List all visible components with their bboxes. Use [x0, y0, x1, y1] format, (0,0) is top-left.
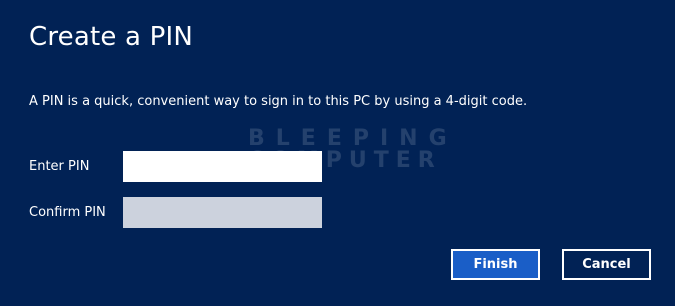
- cancel-button[interactable]: Cancel: [562, 249, 651, 280]
- watermark-line-1: BLEEPING: [248, 126, 458, 151]
- enter-pin-input[interactable]: [123, 151, 322, 182]
- confirm-pin-input[interactable]: [123, 197, 322, 228]
- finish-button[interactable]: Finish: [451, 249, 540, 280]
- enter-pin-label: Enter PIN: [29, 159, 90, 174]
- create-pin-dialog: Create a PIN A PIN is a quick, convenien…: [0, 0, 675, 306]
- dialog-title: Create a PIN: [29, 22, 194, 52]
- confirm-pin-label: Confirm PIN: [29, 205, 106, 220]
- dialog-description: A PIN is a quick, convenient way to sign…: [29, 94, 528, 109]
